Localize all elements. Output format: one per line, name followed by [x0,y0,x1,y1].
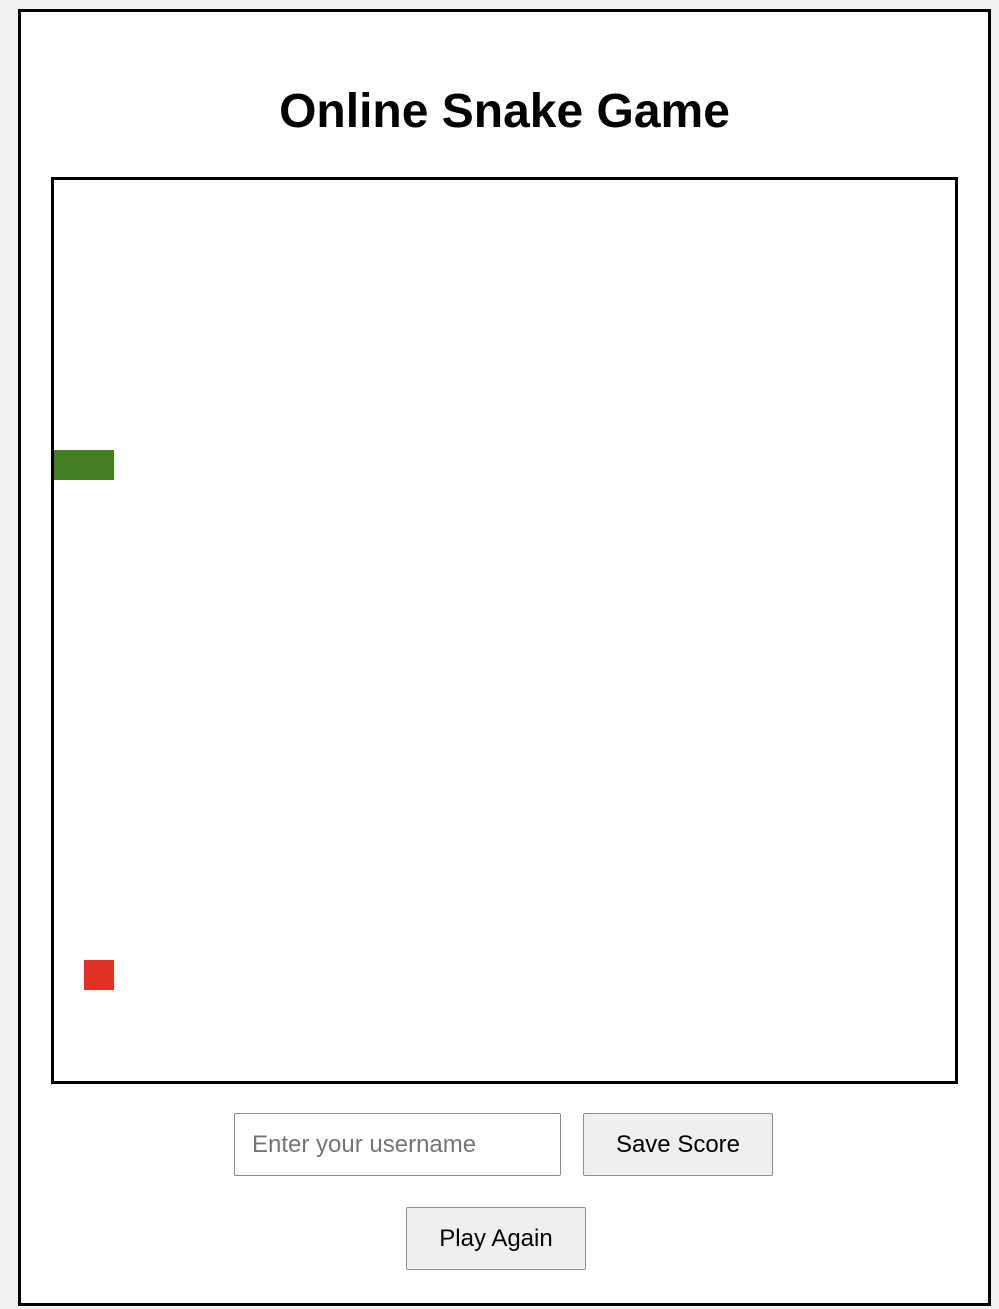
save-score-button[interactable]: Save Score [583,1113,773,1176]
play-again-button[interactable]: Play Again [406,1207,586,1270]
game-board[interactable] [51,177,958,1084]
game-container: Online Snake Game Save Score Play Again [18,9,991,1306]
food-item [84,960,114,990]
page-title: Online Snake Game [279,85,730,138]
username-input[interactable] [234,1113,561,1176]
snake-body [54,450,114,480]
